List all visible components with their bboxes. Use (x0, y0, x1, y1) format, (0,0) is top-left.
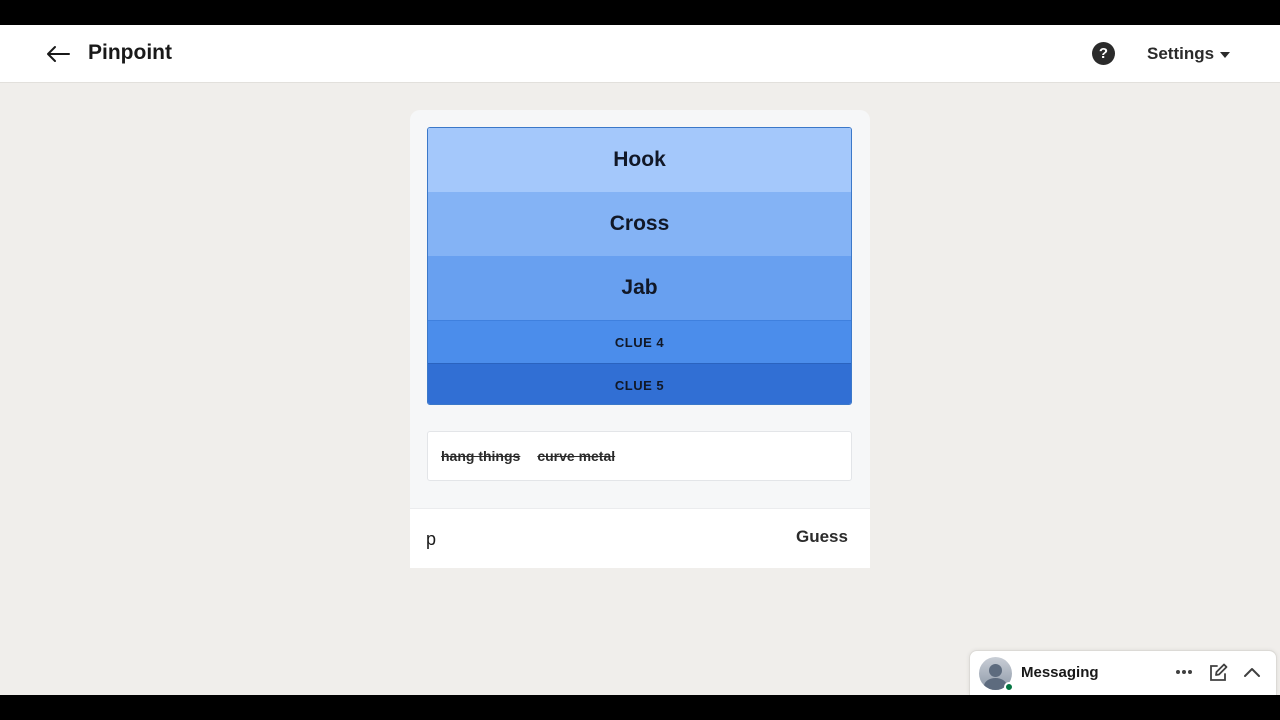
top-bar: Pinpoint ? Settings (0, 25, 1280, 83)
collapse-messaging-button[interactable] (1240, 661, 1264, 685)
arrow-left-icon (47, 46, 70, 62)
page-title: Pinpoint (88, 41, 172, 64)
help-button[interactable]: ? (1092, 42, 1115, 65)
settings-label: Settings (1147, 44, 1215, 63)
previous-guess: curve metal (537, 448, 616, 464)
clue-2: Cross (428, 192, 851, 256)
ellipsis-icon (1176, 670, 1192, 674)
clue-3: Jab (428, 256, 851, 320)
chevron-up-icon (1244, 668, 1260, 677)
clue-1: Hook (428, 128, 851, 192)
guess-button[interactable]: Guess (796, 527, 848, 547)
messaging-widget[interactable]: Messaging (969, 650, 1277, 695)
previous-guess: hang things (441, 448, 521, 464)
compose-message-button[interactable] (1206, 661, 1230, 685)
clue-4-hidden: CLUE 4 (428, 320, 851, 363)
game-card: Hook Cross Jab CLUE 4 CLUE 5 hang things… (410, 110, 870, 568)
question-circle-icon: ? (1098, 45, 1109, 62)
guess-input[interactable] (426, 523, 766, 555)
messaging-label[interactable]: Messaging (1021, 664, 1099, 681)
clue-5-hidden: CLUE 5 (428, 363, 851, 404)
clue-stack: Hook Cross Jab CLUE 4 CLUE 5 (427, 127, 852, 405)
settings-dropdown[interactable]: Settings (1147, 44, 1231, 64)
online-status-icon (1004, 682, 1014, 692)
compose-icon (1210, 663, 1228, 681)
previous-guesses: hang things curve metal (427, 431, 852, 481)
app-viewport: Pinpoint ? Settings Hook Cross Jab CLUE … (0, 25, 1280, 695)
more-options-button[interactable] (1172, 660, 1196, 684)
back-button[interactable] (42, 40, 74, 68)
guess-input-row: Guess (410, 508, 870, 568)
caret-down-icon (1220, 52, 1231, 58)
